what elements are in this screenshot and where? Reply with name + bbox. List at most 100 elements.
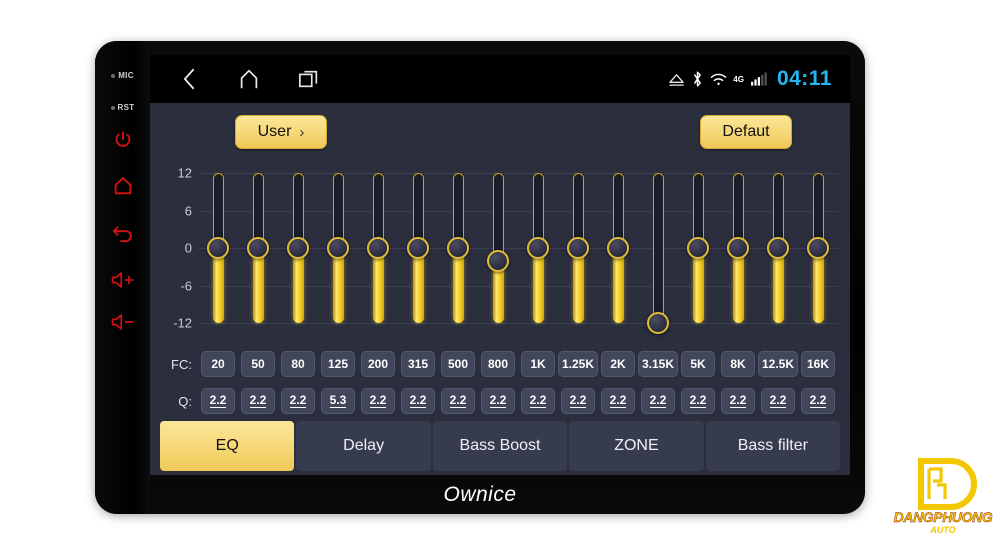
- band-slider-200[interactable]: [367, 161, 389, 346]
- frequency-cell-200[interactable]: 200: [361, 351, 395, 377]
- tab-bass-filter[interactable]: Bass filter: [705, 421, 841, 471]
- q-factor-cell-16K[interactable]: 2.2: [801, 388, 835, 414]
- slider-thumb[interactable]: [287, 237, 309, 259]
- slider-thumb[interactable]: [687, 237, 709, 259]
- frequency-cell-125[interactable]: 125: [321, 351, 355, 377]
- volume-up-button[interactable]: [95, 271, 150, 289]
- frequency-cell-800[interactable]: 800: [481, 351, 515, 377]
- band-slider-8K[interactable]: [727, 161, 749, 346]
- band-slider-16K[interactable]: [807, 161, 829, 346]
- signal-bars: [750, 72, 767, 86]
- band-slider-2K[interactable]: [607, 161, 629, 346]
- volume-down-button[interactable]: [95, 313, 150, 331]
- nav-back-button[interactable]: [176, 66, 202, 92]
- fc-row-label: FC:: [171, 356, 192, 372]
- q-factor-cell-80[interactable]: 2.2: [281, 388, 315, 414]
- q-value: 2.2: [209, 392, 227, 409]
- slider-thumb[interactable]: [807, 237, 829, 259]
- back-button[interactable]: [95, 221, 150, 243]
- tab-zone[interactable]: ZONE: [569, 421, 704, 471]
- slider-thumb[interactable]: [647, 312, 669, 334]
- frequency-cell-12.5K[interactable]: 12.5K: [758, 351, 798, 377]
- q-factor-cell-50[interactable]: 2.2: [241, 388, 275, 414]
- slider-thumb[interactable]: [207, 237, 229, 259]
- slider-thumb[interactable]: [407, 237, 429, 259]
- watermark-line2: AUTO: [930, 525, 956, 535]
- q-factor-cell-12.5K[interactable]: 2.2: [761, 388, 795, 414]
- frequency-cell-1K[interactable]: 1K: [521, 351, 555, 377]
- dealer-watermark-logo: DANGPHUONG AUTO: [893, 455, 993, 543]
- preset-user-button[interactable]: User ›: [235, 115, 327, 149]
- band-slider-1.25K[interactable]: [567, 161, 589, 346]
- slider-thumb[interactable]: [327, 237, 349, 259]
- default-button[interactable]: Defaut: [700, 115, 792, 149]
- frequency-row: FC: 20 50 80 125 200 315 500 800 1K 1.25K 2K 3.15K 5…: [150, 349, 850, 379]
- band-slider-800[interactable]: [487, 161, 509, 346]
- slider-thumb[interactable]: [727, 237, 749, 259]
- frequency-cell-3.15K[interactable]: 3.15K: [638, 351, 678, 377]
- reset-indicator[interactable]: RST: [95, 97, 150, 115]
- frequency-cell-20[interactable]: 20: [201, 351, 235, 377]
- frequency-cell-315[interactable]: 315: [401, 351, 435, 377]
- q-factor-cell-20[interactable]: 2.2: [201, 388, 235, 414]
- frequency-cell-80[interactable]: 80: [281, 351, 315, 377]
- mobile-network-label: 4G: [733, 74, 744, 84]
- q-factor-cell-200[interactable]: 2.2: [361, 388, 395, 414]
- band-slider-5K[interactable]: [687, 161, 709, 346]
- slider-fill: [692, 248, 704, 323]
- frequency-cell-2K[interactable]: 2K: [601, 351, 635, 377]
- band-slider-50[interactable]: [247, 161, 269, 346]
- band-slider-80[interactable]: [287, 161, 309, 346]
- nav-home-button[interactable]: [236, 66, 262, 92]
- slider-thumb[interactable]: [567, 237, 589, 259]
- tab-bass-boost[interactable]: Bass Boost: [432, 421, 568, 471]
- q-factor-cell-1K[interactable]: 2.2: [521, 388, 555, 414]
- band-slider-315[interactable]: [407, 161, 429, 346]
- slider-thumb[interactable]: [607, 237, 629, 259]
- q-factor-cell-500[interactable]: 2.2: [441, 388, 475, 414]
- home-button[interactable]: [95, 174, 150, 196]
- slider-thumb[interactable]: [527, 237, 549, 259]
- q-factor-cell-1.25K[interactable]: 2.2: [561, 388, 595, 414]
- q-factor-cell-800[interactable]: 2.2: [481, 388, 515, 414]
- tab-delay[interactable]: Delay: [296, 421, 431, 471]
- slider-thumb[interactable]: [447, 237, 469, 259]
- q-factor-cell-3.15K[interactable]: 2.2: [641, 388, 675, 414]
- y-axis-tick-12: 12: [177, 165, 192, 181]
- band-slider-500[interactable]: [447, 161, 469, 346]
- q-factor-cells: 2.2 2.2 2.2 5.3 2.2 2.2 2.2 2.2 2.2 2.2 2.2 2.2 2.2 2…: [198, 388, 838, 414]
- slider-thumb[interactable]: [767, 237, 789, 259]
- slider-fill: [292, 248, 304, 323]
- band-slider-1K[interactable]: [527, 161, 549, 346]
- frequency-cell-1.25K[interactable]: 1.25K: [558, 351, 598, 377]
- frequency-cell-500[interactable]: 500: [441, 351, 475, 377]
- band-slider-20[interactable]: [207, 161, 229, 346]
- y-axis-tick--6: -6: [180, 278, 192, 293]
- band-slider-125[interactable]: [327, 161, 349, 346]
- q-factor-cell-315[interactable]: 2.2: [401, 388, 435, 414]
- eq-toolbar: User › Defaut: [150, 103, 850, 161]
- slider-fill: [732, 248, 744, 323]
- tab-eq[interactable]: EQ: [160, 421, 295, 471]
- frequency-cell-5K[interactable]: 5K: [681, 351, 715, 377]
- q-factor-cell-125[interactable]: 5.3: [321, 388, 355, 414]
- q-value: 2.2: [649, 392, 667, 409]
- slider-thumb[interactable]: [247, 237, 269, 259]
- back-icon: [112, 226, 132, 243]
- frequency-cell-16K[interactable]: 16K: [801, 351, 835, 377]
- q-factor-cell-8K[interactable]: 2.2: [721, 388, 755, 414]
- frequency-cell-50[interactable]: 50: [241, 351, 275, 377]
- device-brand-label: Ownice: [443, 482, 517, 506]
- slider-thumb[interactable]: [487, 249, 509, 272]
- q-factor-cell-5K[interactable]: 2.2: [681, 388, 715, 414]
- band-slider-3.15K[interactable]: [647, 161, 669, 346]
- band-slider-12.5K[interactable]: [767, 161, 789, 346]
- power-button[interactable]: [95, 129, 150, 151]
- nav-recents-button[interactable]: [296, 66, 322, 92]
- q-factor-cell-2K[interactable]: 2.2: [601, 388, 635, 414]
- q-value: 5.3: [329, 392, 347, 409]
- y-axis-tick--12: -12: [173, 315, 192, 331]
- android-status-bar: 4G 04:11: [150, 55, 850, 103]
- frequency-cell-8K[interactable]: 8K: [721, 351, 755, 377]
- slider-thumb[interactable]: [367, 237, 389, 259]
